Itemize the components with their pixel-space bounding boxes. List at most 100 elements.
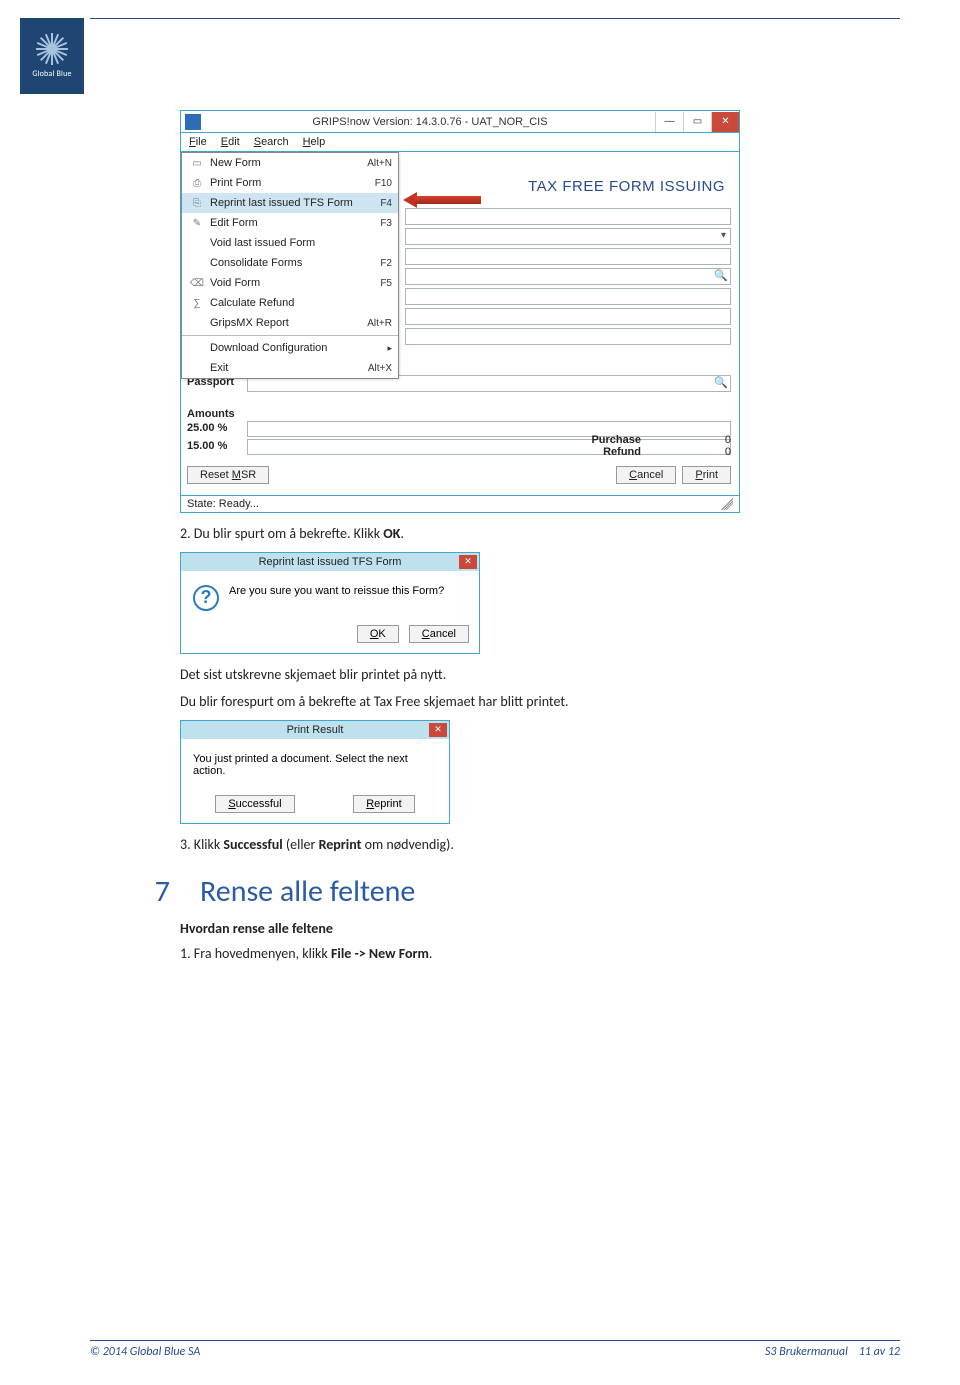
menu-item-label: GripsMX Report bbox=[210, 317, 361, 329]
menu-shortcut: Alt+R bbox=[361, 318, 392, 329]
amounts-label: Amounts bbox=[187, 408, 235, 420]
status-text: State: Ready... bbox=[187, 498, 259, 510]
purchase-label: Purchase bbox=[551, 434, 641, 446]
step-2-text: 2. Du blir spurt om å bekrefte. Klikk OK… bbox=[180, 525, 840, 544]
step-3-text: 3. Klikk Successful (eller Reprint om nø… bbox=[180, 836, 840, 855]
blank-icon bbox=[188, 316, 206, 330]
close-button[interactable]: ✕ bbox=[711, 112, 739, 132]
footer-left: © 2014 Global Blue SA bbox=[90, 1345, 200, 1359]
mid-para-1: Det sist utskrevne skjemaet blir printet… bbox=[180, 666, 840, 685]
search-field[interactable] bbox=[405, 268, 731, 285]
cancel-button[interactable]: Cancel bbox=[616, 466, 676, 484]
menu-shortcut: F2 bbox=[374, 258, 392, 269]
star-icon bbox=[36, 33, 68, 65]
dialog-title: Print Result ✕ bbox=[181, 721, 449, 739]
menu-shortcut: Alt+X bbox=[362, 363, 392, 374]
menu-item[interactable]: Download Configuration▸ bbox=[182, 338, 398, 358]
purchase-value: 0 bbox=[671, 434, 731, 446]
blank-icon bbox=[188, 256, 206, 270]
print-result-dialog: Print Result ✕ You just printed a docume… bbox=[180, 720, 450, 824]
menu-item-label: New Form bbox=[210, 157, 361, 169]
menu-item[interactable]: GripsMX ReportAlt+R bbox=[182, 313, 398, 333]
maximize-button[interactable]: ▭ bbox=[683, 112, 711, 132]
app-icon bbox=[185, 114, 201, 130]
refund-value: 0 bbox=[671, 446, 731, 458]
app-window: GRIPS!now Version: 14.3.0.76 - UAT_NOR_C… bbox=[180, 110, 740, 513]
menu-item[interactable]: ExitAlt+X bbox=[182, 358, 398, 378]
menu-item[interactable]: Void last issued Form bbox=[182, 233, 398, 253]
menu-shortcut: F10 bbox=[369, 178, 392, 189]
menu-item-label: Exit bbox=[210, 362, 362, 374]
menu-item[interactable]: ∑ Calculate Refund bbox=[182, 293, 398, 313]
top-rule bbox=[90, 18, 900, 19]
blank-icon bbox=[188, 236, 206, 250]
text-field[interactable] bbox=[405, 328, 731, 345]
section-7-heading: 7 Rense alle feltene bbox=[140, 873, 840, 910]
menu-help[interactable]: Help bbox=[303, 136, 326, 148]
edit-icon: ✎ bbox=[188, 216, 206, 230]
menu-item-label: Print Form bbox=[210, 177, 369, 189]
dialog-title: Reprint last issued TFS Form ✕ bbox=[181, 553, 479, 571]
print-icon: ⎙ bbox=[188, 176, 206, 190]
blank-icon bbox=[188, 361, 206, 375]
calc-icon: ∑ bbox=[188, 296, 206, 310]
dialog-message: Are you sure you want to reissue this Fo… bbox=[229, 585, 444, 597]
text-field[interactable] bbox=[405, 288, 731, 305]
titlebar: GRIPS!now Version: 14.3.0.76 - UAT_NOR_C… bbox=[181, 111, 739, 133]
minimize-button[interactable]: — bbox=[655, 112, 683, 132]
print-button[interactable]: Print bbox=[682, 466, 731, 484]
section-number: 7 bbox=[140, 873, 170, 910]
footer-mid: S3 Brukermanual bbox=[765, 1345, 848, 1359]
menubar: File Edit Search Help bbox=[181, 133, 739, 152]
brand-label: Global Blue bbox=[32, 69, 71, 79]
text-field[interactable] bbox=[405, 208, 731, 225]
refund-label: Refund bbox=[551, 446, 641, 458]
successful-button[interactable]: Successful bbox=[215, 795, 294, 813]
window-title: GRIPS!now Version: 14.3.0.76 - UAT_NOR_C… bbox=[205, 116, 655, 128]
menu-item-label: Edit Form bbox=[210, 217, 374, 229]
menu-item-label: Consolidate Forms bbox=[210, 257, 374, 269]
dialog-message: You just printed a document. Select the … bbox=[193, 753, 437, 777]
form-heading: TAX FREE FORM ISSUING bbox=[528, 178, 725, 195]
menu-item-label: Calculate Refund bbox=[210, 297, 392, 309]
doc-icon: ▭ bbox=[188, 156, 206, 170]
cancel-button[interactable]: Cancel bbox=[409, 625, 469, 643]
dialog-close-button[interactable]: ✕ bbox=[429, 723, 447, 737]
dialog-close-button[interactable]: ✕ bbox=[459, 555, 477, 569]
text-field[interactable] bbox=[405, 248, 731, 265]
menu-item[interactable]: Consolidate FormsF2 bbox=[182, 253, 398, 273]
menu-item-label: Reprint last issued TFS Form bbox=[210, 197, 374, 209]
menu-item[interactable]: ✎ Edit FormF3 bbox=[182, 213, 398, 233]
form-fields-upper bbox=[405, 208, 731, 348]
menu-search[interactable]: Search bbox=[254, 136, 289, 148]
blank-icon bbox=[188, 341, 206, 355]
menu-item[interactable]: ▭ New FormAlt+N bbox=[182, 153, 398, 173]
reprint-icon: ⎘ bbox=[188, 196, 206, 210]
reprint-button[interactable]: Reprint bbox=[353, 795, 414, 813]
page-footer: © 2014 Global Blue SA S3 Brukermanual 11… bbox=[90, 1340, 900, 1359]
reset-msr-button[interactable]: Reset MSR bbox=[187, 466, 269, 484]
section-7-step1: 1. Fra hovedmenyen, klikk File -> New Fo… bbox=[180, 945, 840, 964]
menu-file[interactable]: File bbox=[189, 136, 207, 148]
menu-item[interactable]: ⎘Reprint last issued TFS FormF4 bbox=[182, 193, 398, 213]
void-icon: ⌫ bbox=[188, 276, 206, 290]
mid-para-2: Du blir forespurt om å bekrefte at Tax F… bbox=[180, 693, 840, 712]
resize-grip-icon[interactable] bbox=[721, 498, 733, 510]
text-field[interactable] bbox=[405, 308, 731, 325]
menu-item[interactable]: ⎙ Print FormF10 bbox=[182, 173, 398, 193]
rate1-label: 25.00 % bbox=[187, 422, 227, 434]
file-dropdown: ▭ New FormAlt+N ⎙ Print FormF10 ⎘ Reprint las… bbox=[181, 152, 399, 379]
menu-edit[interactable]: Edit bbox=[221, 136, 240, 148]
menu-item-label: Void Form bbox=[210, 277, 374, 289]
menu-item-label: Download Configuration bbox=[210, 342, 383, 354]
menu-shortcut: F3 bbox=[374, 218, 392, 229]
chevron-right-icon: ▸ bbox=[383, 343, 392, 354]
ok-button[interactable]: OK bbox=[357, 625, 399, 643]
menu-item[interactable]: ⌫Void FormF5 bbox=[182, 273, 398, 293]
reprint-confirm-dialog: Reprint last issued TFS Form ✕ ? Are you… bbox=[180, 552, 480, 654]
footer-page: 11 av 12 bbox=[859, 1345, 900, 1359]
section-title: Rense alle feltene bbox=[200, 873, 415, 910]
dropdown-field[interactable] bbox=[405, 228, 731, 245]
question-icon: ? bbox=[193, 585, 219, 611]
menu-shortcut: Alt+N bbox=[361, 158, 392, 169]
